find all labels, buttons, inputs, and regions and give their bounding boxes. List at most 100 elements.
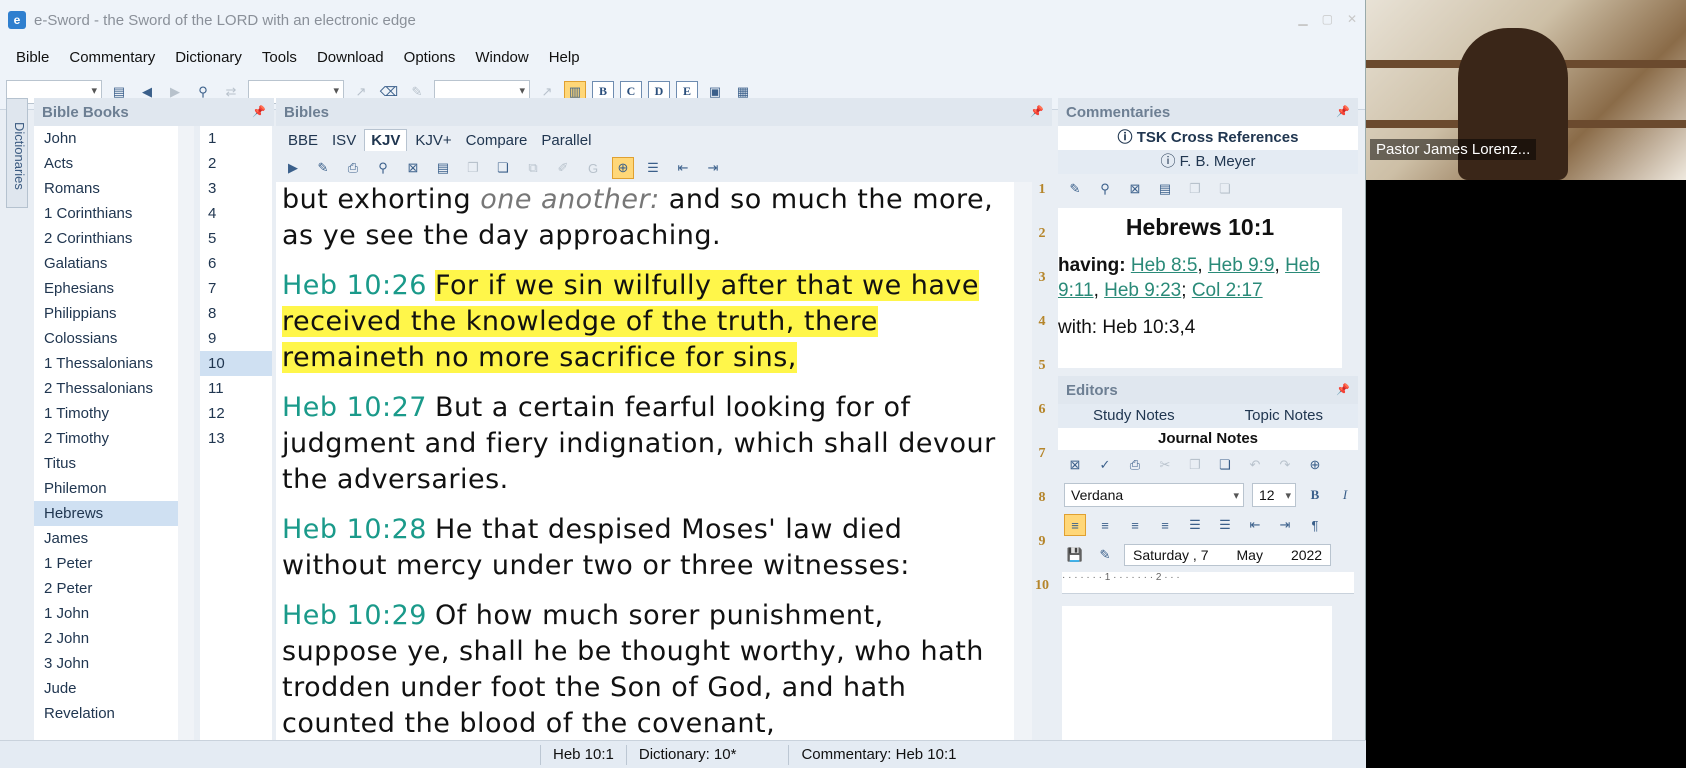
highlight-icon[interactable]: ✐ xyxy=(552,157,574,179)
chapter-marker[interactable]: 5 xyxy=(1032,358,1052,402)
chapter-item[interactable]: 4 xyxy=(200,201,272,226)
book-item[interactable]: Jude xyxy=(34,676,190,701)
copy-icon[interactable]: ❐ xyxy=(1184,454,1206,476)
tab-parallel[interactable]: Parallel xyxy=(535,130,597,151)
menu-help[interactable]: Help xyxy=(539,49,590,66)
print-icon[interactable]: ⎙ xyxy=(342,157,364,179)
copy2-icon[interactable]: ❐ xyxy=(1184,178,1206,200)
indent-icon[interactable]: ⇥ xyxy=(1274,514,1296,536)
font-select[interactable]: Verdana xyxy=(1064,483,1244,507)
book-item[interactable]: Galatians xyxy=(34,251,190,276)
book-item[interactable]: Acts xyxy=(34,151,190,176)
size-select[interactable]: 12 xyxy=(1252,483,1296,507)
copy-verse-icon[interactable]: ❐ xyxy=(462,157,484,179)
scripture-scrollbar[interactable] xyxy=(1014,182,1032,744)
numbered-list-icon[interactable]: ☰ xyxy=(1184,514,1206,536)
verse[interactable]: Heb 10:28 He that despised Moses' law die… xyxy=(282,512,1008,584)
book-item[interactable]: Colossians xyxy=(34,326,190,351)
dictionaries-tab[interactable]: Dictionaries xyxy=(6,98,28,208)
chapter-item[interactable]: 8 xyxy=(200,301,272,326)
paste-icon[interactable]: ❏ xyxy=(1214,454,1236,476)
verse-ref[interactable]: Heb 10:27 xyxy=(282,392,427,423)
pin-icon[interactable]: 📌 xyxy=(1336,105,1350,118)
chapter-marker[interactable]: 3 xyxy=(1032,270,1052,314)
pin-icon[interactable]: 📌 xyxy=(1336,383,1350,396)
edit-icon[interactable]: ✎ xyxy=(1094,544,1116,566)
align-left-icon[interactable]: ≡ xyxy=(1064,514,1086,536)
play-icon[interactable]: ▶ xyxy=(282,157,304,179)
scripture-text[interactable]: but exhorting one another: and so much t… xyxy=(276,182,1014,744)
menu-window[interactable]: Window xyxy=(465,49,538,66)
paste-icon[interactable]: ❏ xyxy=(1214,178,1236,200)
ruler[interactable]: · · · · · · · 1 · · · · · · · 2 · · · xyxy=(1062,572,1354,594)
italic-icon[interactable]: I xyxy=(1334,484,1356,506)
book-item[interactable]: 1 John xyxy=(34,601,190,626)
xref-link[interactable]: Col 2:17 xyxy=(1192,280,1263,301)
spellcheck-icon[interactable]: ✓ xyxy=(1094,454,1116,476)
xref-link[interactable]: Heb 8:5 xyxy=(1131,255,1198,276)
print-icon[interactable]: ⎙ xyxy=(1124,454,1146,476)
tab-journal-notes[interactable]: Journal Notes xyxy=(1058,428,1358,450)
book-item[interactable]: Titus xyxy=(34,451,190,476)
chapter-item[interactable]: 2 xyxy=(200,151,272,176)
binoculars-icon[interactable]: ⚲ xyxy=(1094,178,1116,200)
web-icon[interactable]: ⊕ xyxy=(1304,454,1326,476)
book-item[interactable]: 1 Corinthians xyxy=(34,201,190,226)
binoculars-icon[interactable]: ⚲ xyxy=(372,157,394,179)
chapter-item[interactable]: 1 xyxy=(200,126,272,151)
book-item[interactable]: Ephesians xyxy=(34,276,190,301)
god-icon[interactable]: G xyxy=(582,157,604,179)
verse-ref[interactable]: Heb 10:26 xyxy=(282,270,427,301)
chapter-item[interactable]: 12 xyxy=(200,401,272,426)
chapter-marker[interactable]: 8 xyxy=(1032,490,1052,534)
outdent-icon[interactable]: ⇤ xyxy=(1244,514,1266,536)
date-picker[interactable]: Saturday , 7 May 2022 xyxy=(1124,544,1332,566)
book-item[interactable]: 2 John xyxy=(34,626,190,651)
book-item[interactable]: 2 Corinthians xyxy=(34,226,190,251)
tab-isv[interactable]: ISV xyxy=(326,130,362,151)
xref-link[interactable]: Heb 9:23 xyxy=(1104,280,1181,301)
menu-dictionary[interactable]: Dictionary xyxy=(165,49,252,66)
paste-icon[interactable]: ❏ xyxy=(492,157,514,179)
pin-icon[interactable]: 📌 xyxy=(252,105,266,118)
chapter-item[interactable]: 11 xyxy=(200,376,272,401)
tab-kjv[interactable]: KJV xyxy=(364,129,408,151)
chapter-item[interactable]: 10 xyxy=(200,351,272,376)
cut-icon[interactable]: ✂ xyxy=(1154,454,1176,476)
align-right-icon[interactable]: ≡ xyxy=(1124,514,1146,536)
menu-tools[interactable]: Tools xyxy=(252,49,307,66)
book-item[interactable]: 2 Thessalonians xyxy=(34,376,190,401)
split-view-icon[interactable]: ☰ xyxy=(642,157,664,179)
clear-icon[interactable]: ⊠ xyxy=(1124,178,1146,200)
clear-icon[interactable]: ⊠ xyxy=(402,157,424,179)
bullet-list-icon[interactable]: ☰ xyxy=(1214,514,1236,536)
book-item[interactable]: Hebrews xyxy=(34,501,190,526)
chapter-marker[interactable]: 9 xyxy=(1032,534,1052,578)
edit-icon[interactable]: ✎ xyxy=(312,157,334,179)
redo-icon[interactable]: ↷ xyxy=(1274,454,1296,476)
verse-ref[interactable]: Heb 10:28 xyxy=(282,514,427,545)
journal-editor[interactable] xyxy=(1062,606,1332,740)
chapter-marker[interactable]: 4 xyxy=(1032,314,1052,358)
verse[interactable]: Heb 10:27 But a certain fearful looking f… xyxy=(282,390,1008,498)
book-item[interactable]: 1 Thessalonians xyxy=(34,351,190,376)
copy-icon[interactable]: ▤ xyxy=(1154,178,1176,200)
book-item[interactable]: 2 Timothy xyxy=(34,426,190,451)
verse[interactable]: Heb 10:29 Of how much sorer punishment, s… xyxy=(282,598,1008,742)
maximize-icon[interactable]: ▢ xyxy=(1322,12,1333,26)
books-scrollbar[interactable] xyxy=(178,126,194,744)
tab-tsk-cross-references[interactable]: ⓘ TSK Cross References xyxy=(1058,126,1358,150)
tab-topic-notes[interactable]: Topic Notes xyxy=(1245,404,1323,428)
save-icon[interactable]: 💾 xyxy=(1064,544,1086,566)
chapter-item[interactable]: 6 xyxy=(200,251,272,276)
book-item[interactable]: 1 Peter xyxy=(34,551,190,576)
chapter-item[interactable]: 9 xyxy=(200,326,272,351)
chapter-item[interactable]: 7 xyxy=(200,276,272,301)
justify-icon[interactable]: ≡ xyxy=(1154,514,1176,536)
chapter-marker[interactable]: 7 xyxy=(1032,446,1052,490)
book-item[interactable]: 1 Timothy xyxy=(34,401,190,426)
compare-icon[interactable]: ⧉ xyxy=(522,157,544,179)
close-icon[interactable]: ✕ xyxy=(1347,12,1357,26)
chapter-marker[interactable]: 1 xyxy=(1032,182,1052,226)
sync-forward-icon[interactable]: ⇥ xyxy=(702,157,724,179)
